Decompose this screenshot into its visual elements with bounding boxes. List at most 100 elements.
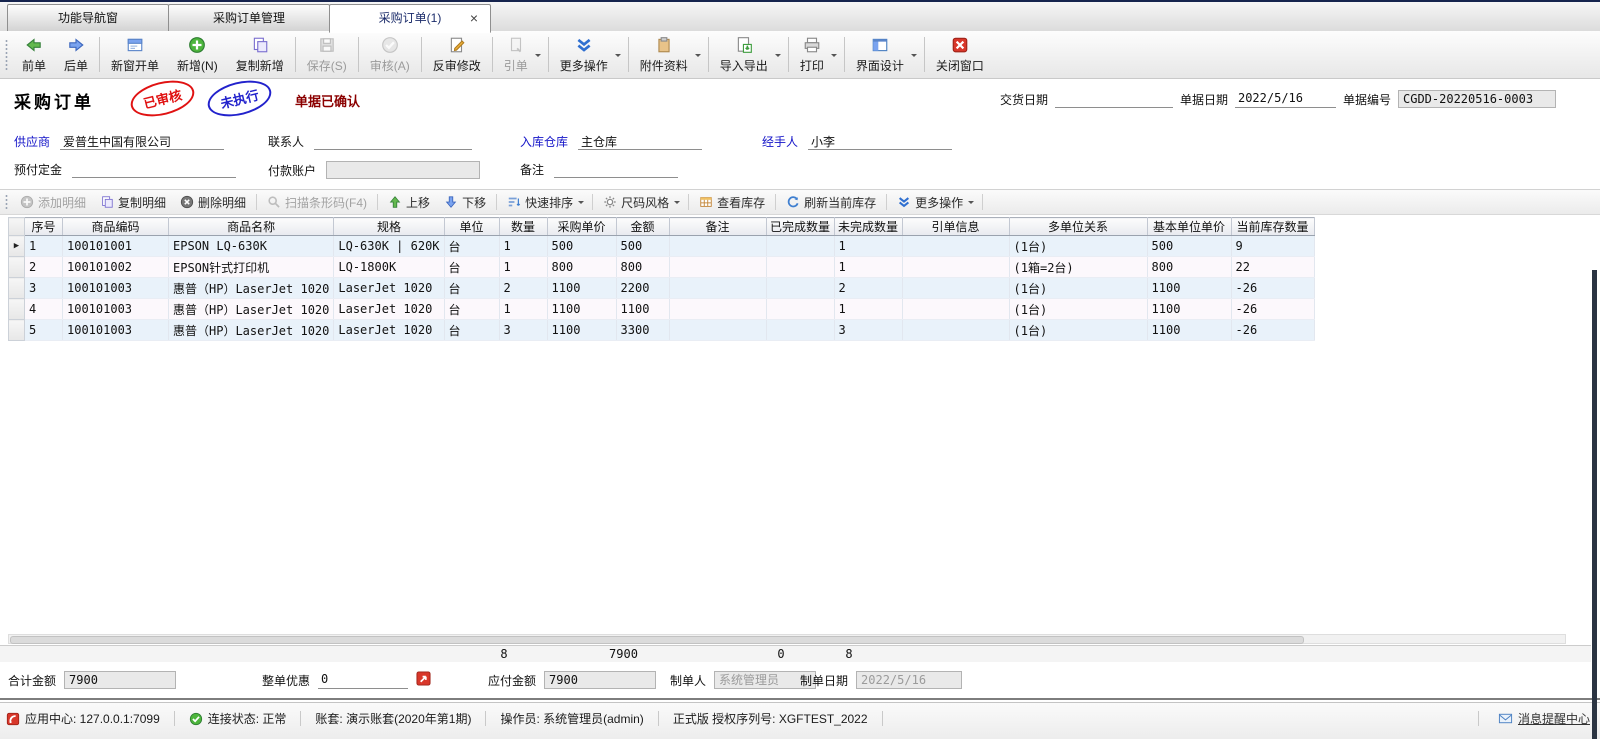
row-selector[interactable]: ▶	[9, 236, 25, 257]
chevron-down-icon[interactable]	[831, 54, 837, 60]
cell[interactable]: 1	[834, 299, 902, 320]
cell[interactable]	[766, 236, 834, 257]
ui-design-button[interactable]: 界面设计	[847, 33, 922, 76]
cell[interactable]	[669, 257, 766, 278]
cell[interactable]: 3	[499, 320, 547, 341]
cell[interactable]	[766, 278, 834, 299]
column-header-0[interactable]: 序号	[25, 218, 63, 236]
cell[interactable]: 100101003	[63, 299, 169, 320]
cell[interactable]: 5	[25, 320, 63, 341]
cell[interactable]: 2	[834, 278, 902, 299]
column-header-10[interactable]: 未完成数量	[834, 218, 902, 236]
column-header-13[interactable]: 基本单位单价	[1147, 218, 1231, 236]
cell[interactable]: 100101002	[63, 257, 169, 278]
deposit-field[interactable]	[72, 161, 236, 178]
add-new-button[interactable]: 新增(N)	[168, 33, 227, 76]
tab-2[interactable]: 采购订单管理	[168, 4, 330, 32]
contact-field[interactable]	[314, 133, 472, 150]
new-window-doc-button[interactable]: 新窗开单	[102, 33, 168, 76]
cell[interactable]: 1	[834, 236, 902, 257]
cell[interactable]: -26	[1231, 299, 1314, 320]
cell[interactable]: 800	[616, 257, 669, 278]
cell[interactable]: 800	[547, 257, 616, 278]
column-header-6[interactable]: 采购单价	[547, 218, 616, 236]
tab-3[interactable]: 采购订单(1)×	[329, 4, 491, 33]
delete-detail-button[interactable]: 删除明细	[173, 192, 253, 213]
column-header-4[interactable]: 单位	[444, 218, 499, 236]
column-header-12[interactable]: 多单位关系	[1009, 218, 1147, 236]
cell[interactable]: 1	[499, 236, 547, 257]
cell[interactable]: 3300	[616, 320, 669, 341]
discount-action-icon[interactable]	[416, 671, 431, 689]
column-header-7[interactable]: 金额	[616, 218, 669, 236]
chevron-down-icon[interactable]	[911, 54, 917, 60]
cell[interactable]: 1100	[547, 320, 616, 341]
cell[interactable]: 500	[547, 236, 616, 257]
supplier-field[interactable]: 爱普生中国有限公司	[60, 133, 224, 150]
more-actions-button[interactable]: 更多操作	[551, 33, 626, 76]
cell[interactable]: 台	[444, 236, 499, 257]
toolbar-grip[interactable]	[5, 39, 8, 70]
chevron-down-icon[interactable]	[535, 54, 541, 60]
cell[interactable]: 500	[1147, 236, 1231, 257]
cell[interactable]: 100101001	[63, 236, 169, 257]
copy-new-button[interactable]: 复制新增	[227, 33, 293, 76]
cell[interactable]: 100101003	[63, 320, 169, 341]
print-button[interactable]: 打印	[791, 33, 842, 76]
grid-toolbar-grip[interactable]	[5, 194, 8, 210]
cell[interactable]: 2	[499, 278, 547, 299]
cell[interactable]: 9	[1231, 236, 1314, 257]
cell[interactable]: 台	[444, 299, 499, 320]
row-selector[interactable]	[9, 257, 25, 278]
column-header-8[interactable]: 备注	[669, 218, 766, 236]
cell[interactable]: LaserJet 1020	[334, 320, 444, 341]
row-selector[interactable]	[9, 278, 25, 299]
cell[interactable]: 2	[25, 257, 63, 278]
cell[interactable]: LQ-1800K	[334, 257, 444, 278]
cell[interactable]: LaserJet 1020	[334, 278, 444, 299]
column-header-5[interactable]: 数量	[499, 218, 547, 236]
chevron-down-icon[interactable]	[615, 54, 621, 60]
cell[interactable]: LaserJet 1020	[334, 299, 444, 320]
cell[interactable]: 2200	[616, 278, 669, 299]
cell[interactable]	[902, 299, 1009, 320]
cell[interactable]: 1100	[1147, 320, 1231, 341]
cell[interactable]	[902, 257, 1009, 278]
cell[interactable]	[669, 320, 766, 341]
chevron-down-icon[interactable]	[775, 54, 781, 60]
column-header-11[interactable]: 引单信息	[902, 218, 1009, 236]
refresh-stock-button[interactable]: 刷新当前库存	[779, 192, 883, 213]
cell[interactable]: 惠普（HP）LaserJet 1020	[169, 299, 334, 320]
handler-field[interactable]: 小李	[808, 133, 952, 150]
attachments-button[interactable]: 附件资料	[631, 33, 706, 76]
cell[interactable]: 台	[444, 278, 499, 299]
cell[interactable]: 1	[499, 257, 547, 278]
cell[interactable]: -26	[1231, 278, 1314, 299]
close-window-button[interactable]: 关闭窗口	[927, 33, 993, 76]
column-header-14[interactable]: 当前库存数量	[1231, 218, 1314, 236]
cell[interactable]	[669, 236, 766, 257]
cell[interactable]: 1100	[616, 299, 669, 320]
cell[interactable]	[902, 278, 1009, 299]
cell[interactable]: (1台)	[1009, 299, 1147, 320]
cell[interactable]: 800	[1147, 257, 1231, 278]
cell[interactable]: -26	[1231, 320, 1314, 341]
more-actions-button[interactable]: 更多操作	[890, 192, 979, 213]
cell[interactable]: 惠普（HP）LaserJet 1020	[169, 278, 334, 299]
cell[interactable]: 1100	[1147, 299, 1231, 320]
cell[interactable]	[902, 320, 1009, 341]
doc-date-field[interactable]: 2022/5/16	[1235, 91, 1336, 108]
unaudit-modify-button[interactable]: 反审修改	[424, 33, 490, 76]
cell[interactable]: 1	[499, 299, 547, 320]
cell[interactable]: 22	[1231, 257, 1314, 278]
row-selector[interactable]	[9, 320, 25, 341]
move-down-button[interactable]: 下移	[437, 192, 493, 213]
cell[interactable]	[669, 278, 766, 299]
quick-sort-button[interactable]: 快速排序	[500, 192, 589, 213]
size-style-button[interactable]: 尺码风格	[596, 192, 685, 213]
cell[interactable]: 惠普（HP）LaserJet 1020	[169, 320, 334, 341]
cell[interactable]: EPSON LQ-630K	[169, 236, 334, 257]
row-selector[interactable]	[9, 299, 25, 320]
chevron-down-icon[interactable]	[578, 201, 584, 207]
horizontal-scrollbar[interactable]	[8, 634, 1566, 644]
